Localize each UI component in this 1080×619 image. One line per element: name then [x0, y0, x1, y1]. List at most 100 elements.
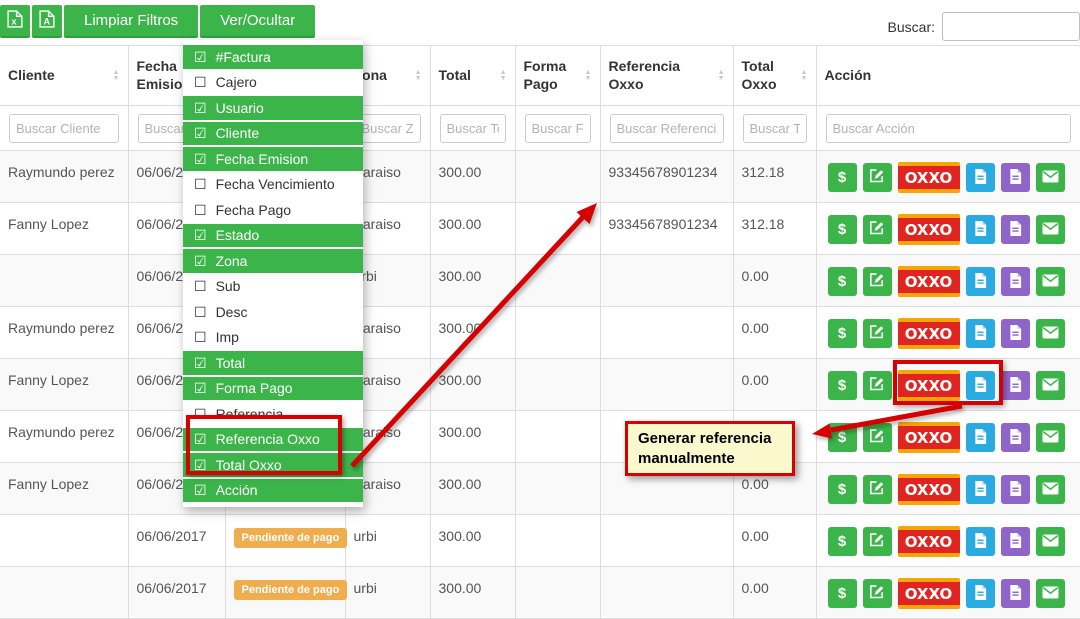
cell-fecha-emision: 06/06/2017	[128, 515, 225, 567]
oxxo-reference-button[interactable]: OXXO	[898, 474, 960, 505]
menu-item-fecha-emision[interactable]: ☑Fecha Emision	[183, 147, 363, 171]
edit-button[interactable]	[863, 319, 892, 348]
edit-button[interactable]	[863, 475, 892, 504]
invoice-doc-button[interactable]	[966, 319, 995, 348]
report-doc-button[interactable]	[1001, 423, 1030, 452]
cell-acciones: $ OXXO	[816, 411, 1080, 463]
menu-item-desc[interactable]: ☐Desc	[183, 300, 363, 324]
invoice-doc-button[interactable]	[966, 423, 995, 452]
export-pdf-button[interactable]: A	[32, 5, 62, 38]
oxxo-reference-button[interactable]: OXXO	[898, 266, 960, 297]
global-search-input[interactable]	[942, 12, 1080, 41]
invoice-doc-button[interactable]	[966, 267, 995, 296]
filter-input-forma-pago[interactable]	[525, 114, 591, 143]
cell-cliente: Fanny Lopez	[0, 463, 128, 515]
column-label: Forma Pago	[524, 58, 581, 93]
send-email-button[interactable]	[1036, 319, 1065, 348]
report-doc-button[interactable]	[1001, 527, 1030, 556]
pay-button[interactable]: $	[828, 579, 857, 608]
oxxo-reference-button[interactable]: OXXO	[898, 214, 960, 245]
invoice-doc-button[interactable]	[966, 579, 995, 608]
menu-item-sub[interactable]: ☐Sub	[183, 275, 363, 299]
pay-button[interactable]: $	[828, 527, 857, 556]
report-doc-button[interactable]	[1001, 579, 1030, 608]
cell-acciones: $ OXXO	[816, 307, 1080, 359]
column-header-cliente[interactable]: Cliente▲▼	[0, 46, 128, 106]
oxxo-reference-button[interactable]: OXXO	[898, 318, 960, 349]
oxxo-reference-button[interactable]: OXXO	[898, 526, 960, 557]
send-email-button[interactable]	[1036, 215, 1065, 244]
sort-icon[interactable]: ▲▼	[585, 70, 592, 82]
report-doc-button[interactable]	[1001, 267, 1030, 296]
oxxo-reference-button[interactable]: OXXO	[898, 578, 960, 609]
filter-input-zona[interactable]	[355, 114, 421, 143]
pay-button[interactable]: $	[828, 215, 857, 244]
menu-item-cliente[interactable]: ☑Cliente	[183, 122, 363, 146]
filter-input-total[interactable]	[440, 114, 506, 143]
menu-item-zona[interactable]: ☑Zona	[183, 249, 363, 273]
envelope-icon	[1042, 170, 1059, 186]
menu-item-usuario[interactable]: ☑Usuario	[183, 96, 363, 120]
pay-button[interactable]: $	[828, 423, 857, 452]
sort-icon[interactable]: ▲▼	[718, 70, 725, 82]
edit-button[interactable]	[863, 527, 892, 556]
send-email-button[interactable]	[1036, 423, 1065, 452]
column-header-total-oxxo[interactable]: Total Oxxo▲▼	[733, 46, 816, 106]
report-doc-button[interactable]	[1001, 475, 1030, 504]
send-email-button[interactable]	[1036, 527, 1065, 556]
pay-button[interactable]: $	[828, 475, 857, 504]
report-doc-button[interactable]	[1001, 215, 1030, 244]
report-doc-button[interactable]	[1001, 319, 1030, 348]
invoice-doc-button[interactable]	[966, 163, 995, 192]
send-email-button[interactable]	[1036, 267, 1065, 296]
pay-button[interactable]: $	[828, 163, 857, 192]
cell-forma-pago	[515, 307, 600, 359]
menu-item-fecha-pago[interactable]: ☐Fecha Pago	[183, 198, 363, 222]
filter-input-total-oxxo[interactable]	[743, 114, 807, 143]
menu-item-total[interactable]: ☑Total	[183, 351, 363, 375]
sort-icon[interactable]: ▲▼	[113, 70, 120, 82]
menu-item-factura[interactable]: ☑#Factura	[183, 45, 363, 69]
oxxo-reference-button[interactable]: OXXO	[898, 162, 960, 193]
edit-button[interactable]	[863, 163, 892, 192]
menu-item-forma-pago[interactable]: ☑Forma Pago	[183, 377, 363, 401]
invoice-doc-button[interactable]	[966, 475, 995, 504]
invoice-doc-button[interactable]	[966, 215, 995, 244]
menu-item-acci-n[interactable]: ☑Acción	[183, 479, 363, 503]
clear-filters-button[interactable]: Limpiar Filtros	[64, 5, 198, 38]
menu-item-imp[interactable]: ☐Imp	[183, 326, 363, 350]
edit-button[interactable]	[863, 579, 892, 608]
column-header-referencia-oxxo[interactable]: Referencia Oxxo▲▼	[600, 46, 733, 106]
send-email-button[interactable]	[1036, 371, 1065, 400]
invoice-doc-button[interactable]	[966, 527, 995, 556]
pay-button[interactable]: $	[828, 319, 857, 348]
sort-icon[interactable]: ▲▼	[415, 70, 422, 82]
filter-input-referencia-oxxo[interactable]	[610, 114, 724, 143]
send-email-button[interactable]	[1036, 163, 1065, 192]
export-excel-button[interactable]: x	[0, 5, 30, 38]
pay-button[interactable]: $	[828, 267, 857, 296]
sort-icon[interactable]: ▲▼	[500, 70, 507, 82]
send-email-button[interactable]	[1036, 475, 1065, 504]
send-email-button[interactable]	[1036, 579, 1065, 608]
column-header-total[interactable]: Total▲▼	[430, 46, 515, 106]
sort-icon[interactable]: ▲▼	[801, 70, 808, 82]
edit-button[interactable]	[863, 215, 892, 244]
oxxo-reference-button[interactable]: OXXO	[898, 422, 960, 453]
column-header-acci-n: Acción	[816, 46, 1080, 106]
pay-button[interactable]: $	[828, 371, 857, 400]
edit-button[interactable]	[863, 267, 892, 296]
cell-referencia-oxxo: 93345678901234	[600, 203, 733, 255]
filter-input-cliente[interactable]	[9, 114, 119, 143]
menu-item-estado[interactable]: ☑Estado	[183, 224, 363, 248]
column-header-forma-pago[interactable]: Forma Pago ▲▼	[515, 46, 600, 106]
menu-item-cajero[interactable]: ☐Cajero	[183, 71, 363, 95]
report-doc-button[interactable]	[1001, 371, 1030, 400]
cell-cliente: Fanny Lopez	[0, 203, 128, 255]
edit-button[interactable]	[863, 423, 892, 452]
show-hide-columns-button[interactable]: Ver/Ocultar	[200, 5, 315, 38]
edit-button[interactable]	[863, 371, 892, 400]
menu-item-fecha-vencimiento[interactable]: ☐Fecha Vencimiento	[183, 173, 363, 197]
report-doc-button[interactable]	[1001, 163, 1030, 192]
filter-input-acci-n[interactable]	[826, 114, 1072, 143]
